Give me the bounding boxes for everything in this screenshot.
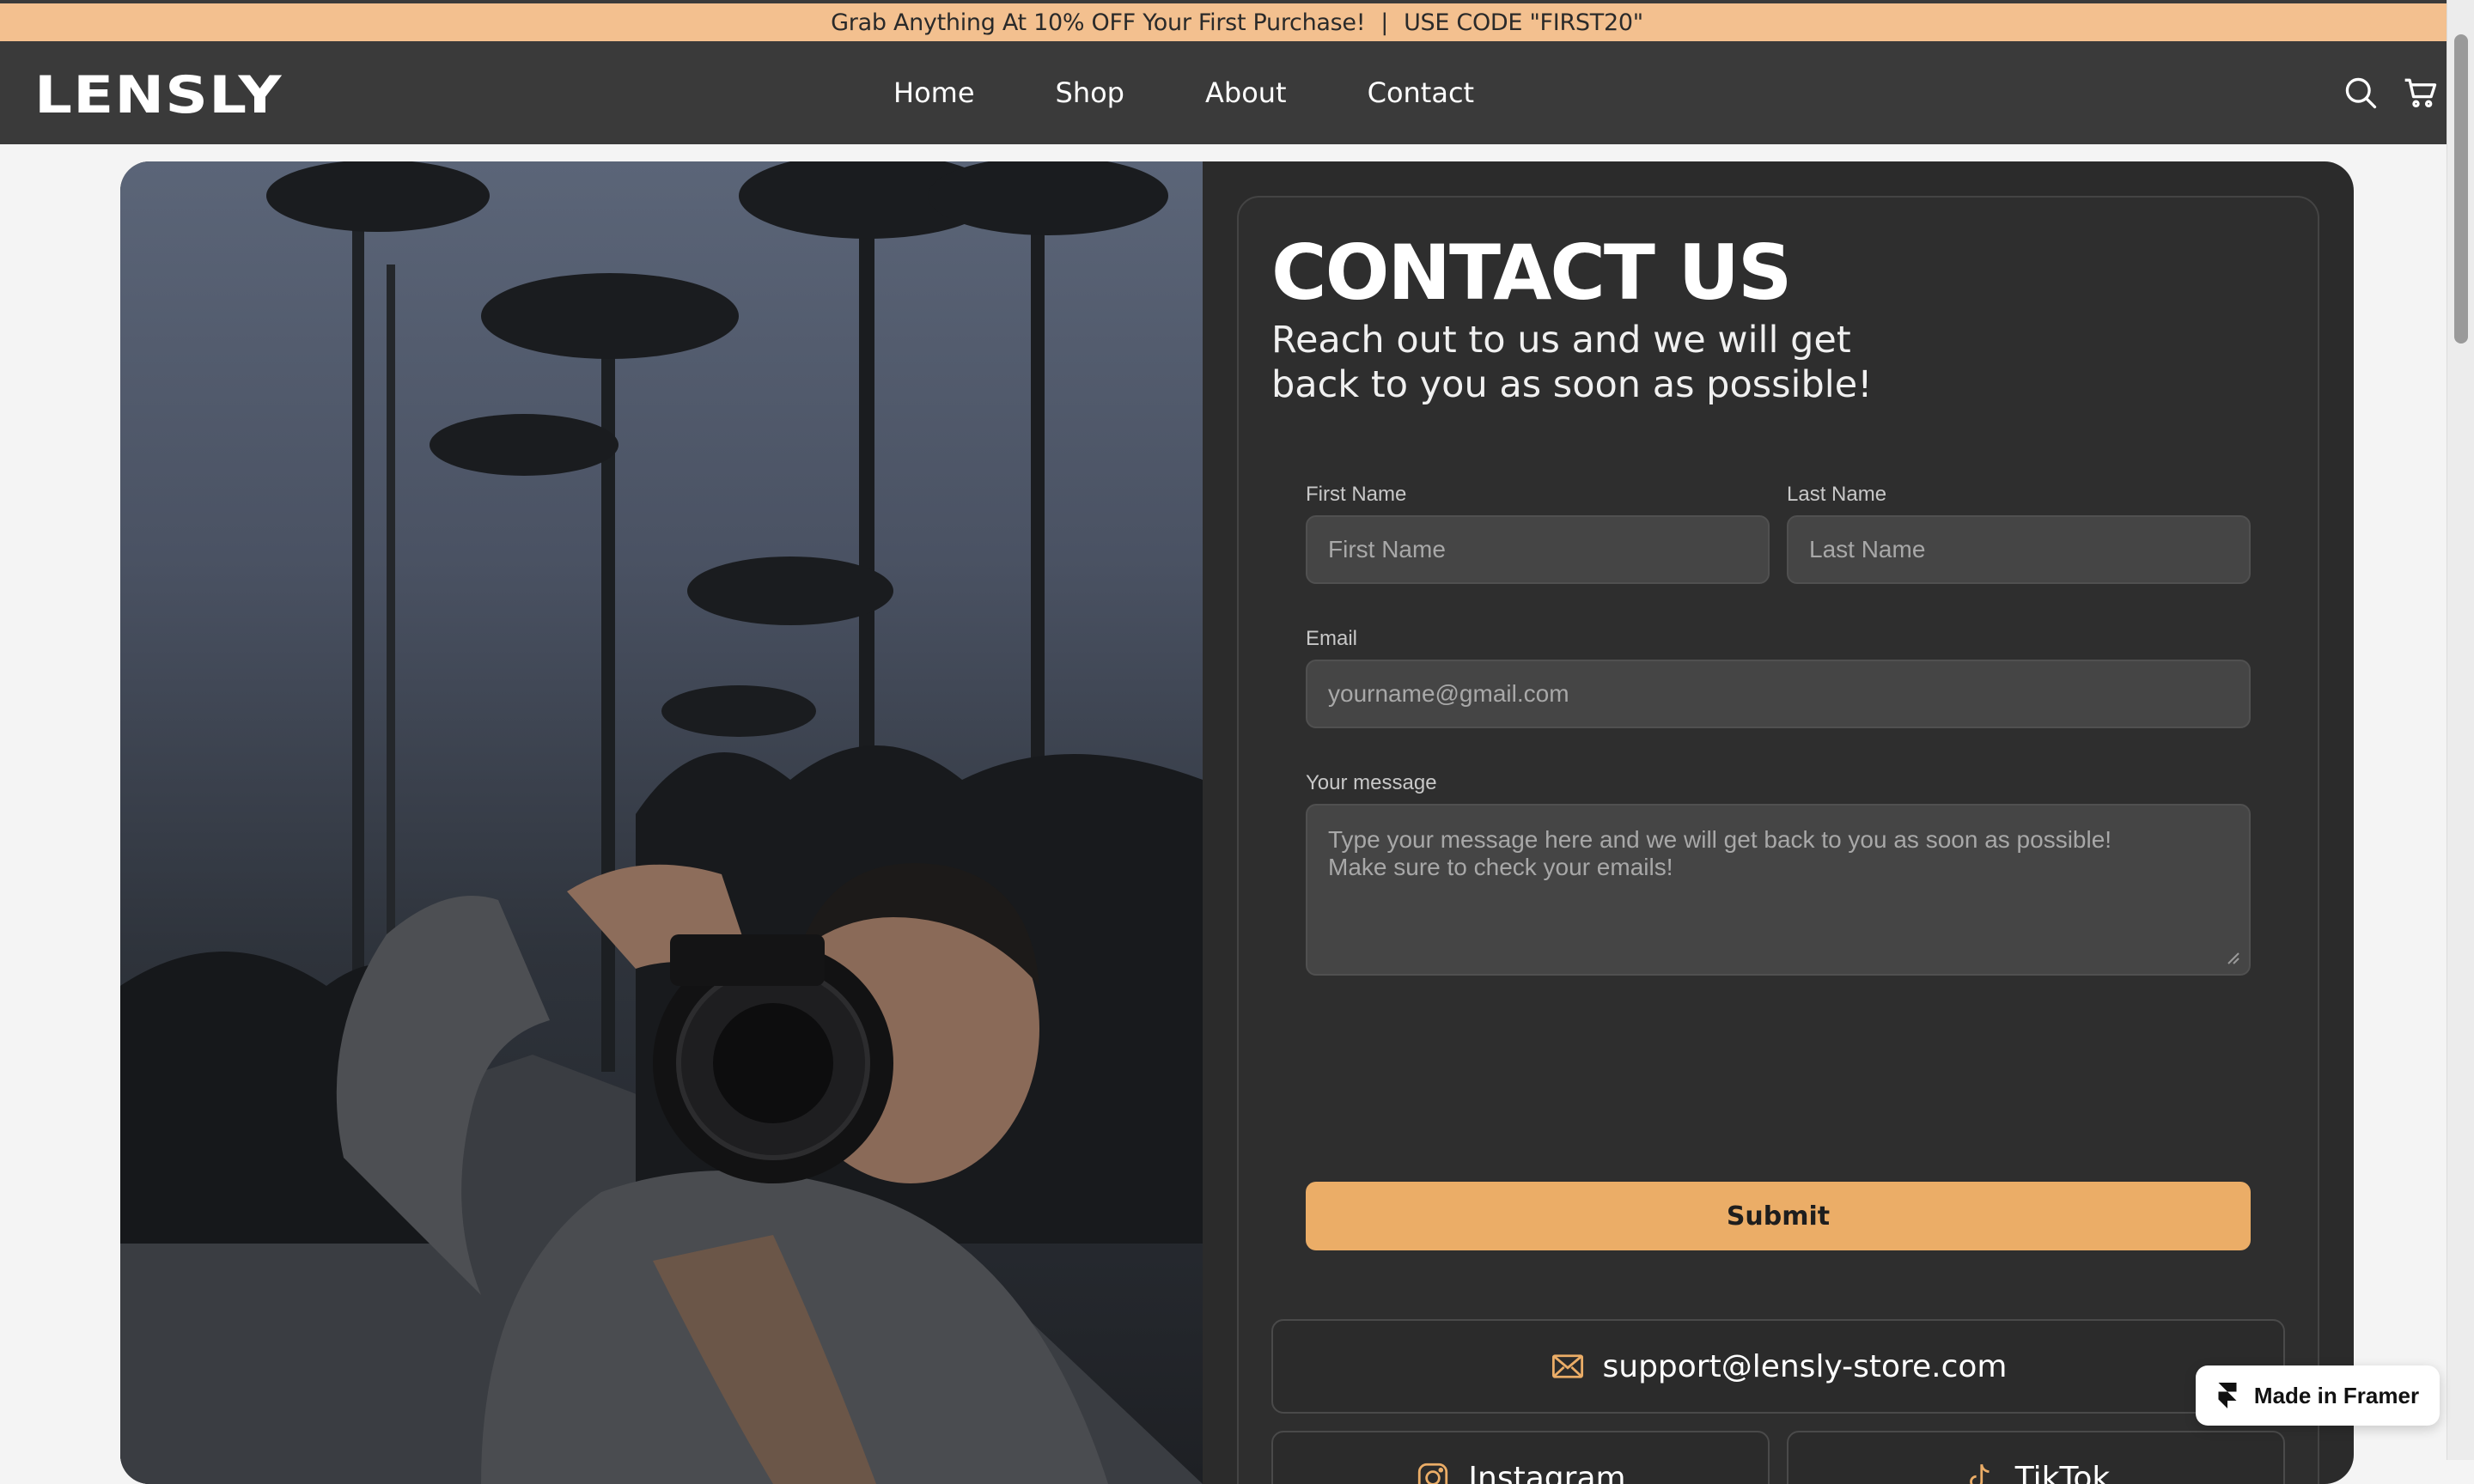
nav-link-contact[interactable]: Contact (1368, 76, 1475, 109)
photographer-photo (120, 161, 1203, 1484)
contact-panel: CONTACT US Reach out to us and we will g… (1237, 196, 2319, 1484)
message-label: Your message (1306, 771, 1437, 795)
support-email-text: support@lensly-store.com (1603, 1349, 2008, 1384)
promo-bar: Grab Anything At 10% OFF Your First Purc… (0, 0, 2474, 41)
email-field[interactable]: yourname@gmail.com (1306, 660, 2251, 728)
first-name-field[interactable]: First Name (1306, 515, 1770, 584)
promo-code-text: USE CODE "FIRST20" (1404, 9, 1643, 36)
contact-card: CONTACT US Reach out to us and we will g… (120, 161, 2354, 1484)
first-name-label: First Name (1306, 483, 1406, 507)
submit-button[interactable]: Submit (1306, 1182, 2251, 1250)
tiktok-label: TikTok (2015, 1461, 2110, 1484)
instagram-button[interactable]: Instagram (1271, 1431, 1770, 1484)
cart-icon[interactable] (2402, 74, 2440, 112)
support-email-button[interactable]: support@lensly-store.com (1271, 1319, 2285, 1414)
tiktok-icon (1962, 1460, 1998, 1484)
main-navbar: LENSLY Home Shop About Contact (0, 41, 2447, 144)
search-icon[interactable] (2342, 74, 2380, 112)
nav-link-shop[interactable]: Shop (1056, 76, 1124, 109)
nav-link-home[interactable]: Home (893, 76, 975, 109)
photo-scene (120, 161, 1203, 1484)
promo-offer-text: Grab Anything At 10% OFF Your First Purc… (831, 9, 1365, 36)
email-label: Email (1306, 627, 1357, 651)
framer-badge-label: Made in Framer (2254, 1383, 2419, 1409)
instagram-icon (1415, 1460, 1451, 1484)
made-in-framer-badge[interactable]: Made in Framer (2196, 1365, 2440, 1426)
resize-handle-icon[interactable] (2225, 950, 2240, 965)
brand-logo[interactable]: LENSLY (34, 65, 283, 125)
page-subtitle: Reach out to us and we will get back to … (1271, 318, 1924, 407)
promo-separator: | (1380, 9, 1388, 36)
last-name-field[interactable]: Last Name (1787, 515, 2251, 584)
scrollbar-thumb[interactable] (2454, 34, 2468, 344)
nav-links: Home Shop About Contact (893, 41, 1474, 144)
message-placeholder: Type your message here and we will get b… (1328, 826, 2111, 881)
mail-icon (1550, 1348, 1586, 1384)
nav-link-about[interactable]: About (1205, 76, 1287, 109)
last-name-label: Last Name (1787, 483, 1886, 507)
framer-logo-icon (2216, 1383, 2239, 1408)
instagram-label: Instagram (1468, 1461, 1625, 1484)
tiktok-button[interactable]: TikTok (1787, 1431, 2285, 1484)
page-scrollbar[interactable] (2447, 0, 2474, 1460)
page-title: CONTACT US (1271, 228, 1790, 317)
message-textarea[interactable]: Type your message here and we will get b… (1306, 804, 2251, 976)
